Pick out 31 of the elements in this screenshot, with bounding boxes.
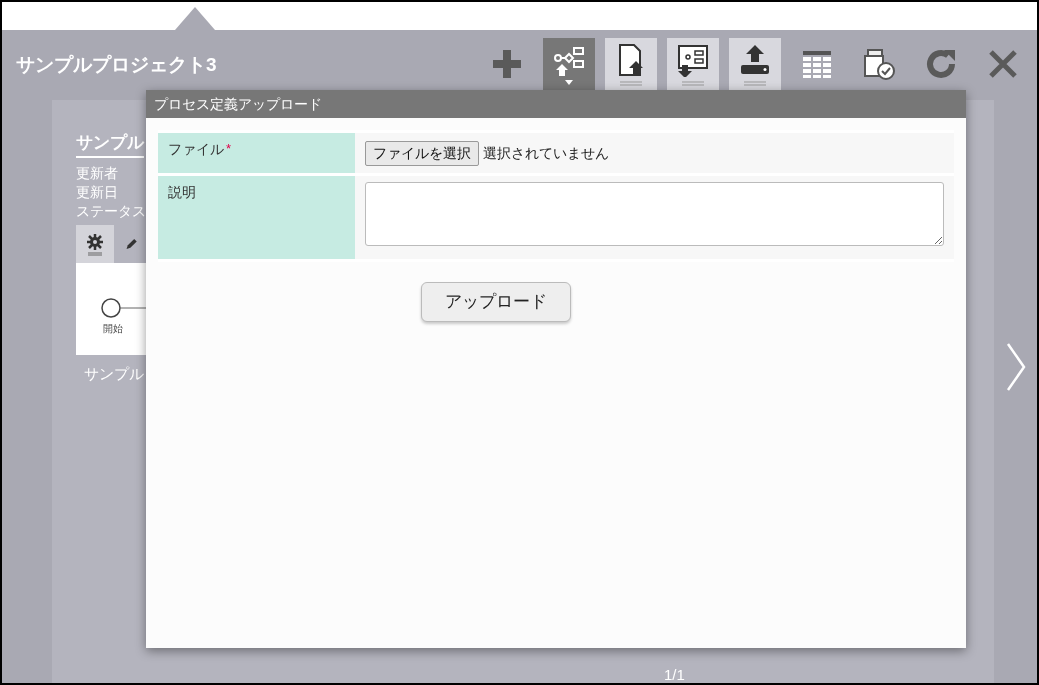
file-status: 選択されていません (483, 144, 609, 161)
page-indicator: 1/1 (664, 667, 685, 683)
add-icon (490, 47, 524, 81)
form-label: ファイル* (158, 133, 355, 173)
description-field[interactable] (365, 182, 944, 246)
field-label: 更新日 (76, 182, 118, 202)
upload-button[interactable]: アップロード (421, 282, 571, 322)
caret-icon (565, 79, 573, 85)
underline-icon (682, 80, 704, 86)
copy-check-icon (862, 47, 896, 81)
choose-file-button[interactable]: ファイルを選択 (365, 140, 479, 166)
toolbar-button[interactable] (667, 38, 719, 90)
field-label: ステータス (76, 201, 146, 221)
required-mark: * (226, 141, 232, 156)
underline-icon (744, 80, 766, 86)
start-event-icon (100, 296, 122, 319)
refresh-icon (924, 47, 958, 81)
gear-icon (84, 231, 106, 256)
card-title: サンプル (76, 130, 144, 158)
dialog-title: プロセス定義アップロード (146, 90, 966, 118)
project-title: サンプルプロジェクト3 (16, 52, 217, 77)
card-description: サンプル (83, 363, 145, 384)
diagram-download-icon (676, 42, 710, 77)
card-tab[interactable] (76, 224, 114, 263)
form-label: 説明 (158, 176, 355, 259)
start-label: 開始 (103, 321, 123, 336)
tray-upload-icon (738, 42, 772, 77)
toolbar-button[interactable] (605, 38, 657, 90)
toolbar-button[interactable] (729, 38, 781, 90)
field-label: 更新者 (76, 163, 118, 183)
underline-icon (620, 80, 642, 86)
